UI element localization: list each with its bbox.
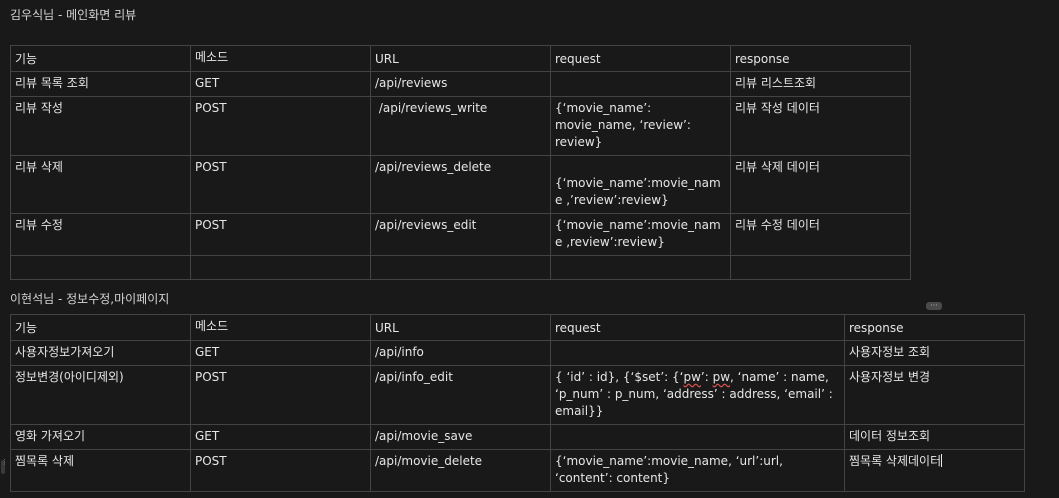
header-cell-method[interactable]: 메소드 <box>190 45 371 72</box>
cell-feature[interactable]: 영화 가져오기 <box>10 424 191 450</box>
page: 김우식님 - 메인화면 리뷰 기능 메소드 URL request respon… <box>0 0 1059 498</box>
cell-feature[interactable]: 찜목록 삭제 <box>10 449 191 492</box>
cell-method[interactable]: GET <box>190 424 371 450</box>
table-row: 리뷰 수정 POST /api/reviews_edit {‘movie_nam… <box>10 213 911 256</box>
cell-feature[interactable] <box>10 255 191 280</box>
table-row: 찜목록 삭제 POST /api/movie_delete {‘movie_na… <box>10 449 1025 492</box>
table-header-row: 기능 메소드 URL request response <box>10 314 1025 341</box>
cell-response[interactable]: 리뷰 작성 데이터 <box>730 96 911 156</box>
request-text: {‘movie_name’:movie_name ,’review’:revie… <box>555 176 721 207</box>
drag-handle-icon[interactable]: ⋮ <box>1 459 8 474</box>
cell-method[interactable]: POST <box>190 365 371 425</box>
table-row: 리뷰 목록 조회 GET /api/reviews 리뷰 리스트조회 <box>10 71 911 97</box>
cell-request[interactable]: {‘movie_name’:movie_name ,review’:review… <box>550 213 731 256</box>
section-title-info: 이현석님 - 정보수정,마이페이지 <box>10 292 170 306</box>
cell-method[interactable] <box>190 255 371 280</box>
cell-feature[interactable]: 리뷰 목록 조회 <box>10 71 191 97</box>
cell-url[interactable]: /api/reviews_write <box>370 96 551 156</box>
section-title-reviews: 김우식님 - 메인화면 리뷰 <box>10 8 137 22</box>
text-cursor <box>941 454 943 467</box>
table-row-empty <box>10 255 911 280</box>
table-row: 영화 가져오기 GET /api/movie_save 데이터 정보조회 <box>10 424 1025 450</box>
more-options-button[interactable]: ··· <box>926 302 942 310</box>
cell-method[interactable]: POST <box>190 449 371 492</box>
cell-feature[interactable]: 리뷰 삭제 <box>10 155 191 214</box>
cell-response[interactable]: 리뷰 삭제 데이터 <box>730 155 911 214</box>
reviews-api-table: 기능 메소드 URL request response 리뷰 목록 조회 GET… <box>10 45 911 280</box>
header-cell-method[interactable]: 메소드 <box>190 314 371 341</box>
cell-url[interactable]: /api/reviews_delete <box>370 155 551 214</box>
cell-feature[interactable]: 리뷰 수정 <box>10 213 191 256</box>
cell-request[interactable] <box>550 71 731 97</box>
cell-url[interactable]: /api/reviews_edit <box>370 213 551 256</box>
cell-request[interactable]: {‘movie_name’:movie_name, ‘url’:url, ‘co… <box>550 449 845 492</box>
header-cell-response[interactable]: response <box>730 45 911 72</box>
info-api-table: 기능 메소드 URL request response 사용자정보가져오기 GE… <box>10 314 1025 492</box>
header-cell-request[interactable]: request <box>550 45 731 72</box>
cell-request[interactable]: { ‘id’ : id}, {‘$set’: {‘pw’: pw, ‘name’… <box>550 365 845 425</box>
cell-method[interactable]: GET <box>190 340 371 366</box>
cell-request[interactable] <box>550 424 845 450</box>
table-header-row: 기능 메소드 URL request response <box>10 45 911 72</box>
cell-request[interactable]: {‘movie_name’: movie_name, ‘review’: rev… <box>550 96 731 156</box>
cell-url[interactable]: /api/info_edit <box>370 365 551 425</box>
table-row: 리뷰 삭제 POST /api/reviews_delete {‘movie_n… <box>10 155 911 214</box>
spellcheck-word: pw <box>712 370 731 384</box>
response-text: 찜목록 삭제데이터 <box>849 454 942 468</box>
cell-url[interactable]: /api/reviews <box>370 71 551 97</box>
cell-request[interactable]: {‘movie_name’:movie_name ,’review’:revie… <box>550 155 731 214</box>
request-text: ’: <box>700 370 713 384</box>
cell-method[interactable]: GET <box>190 71 371 97</box>
cell-method[interactable]: POST <box>190 155 371 214</box>
cell-method[interactable]: POST <box>190 213 371 256</box>
header-cell-url[interactable]: URL <box>370 314 551 341</box>
header-cell-response[interactable]: response <box>844 314 1025 341</box>
header-cell-feature[interactable]: 기능 <box>10 314 191 341</box>
cell-response[interactable]: 리뷰 수정 데이터 <box>730 213 911 256</box>
header-cell-url[interactable]: URL <box>370 45 551 72</box>
cell-feature[interactable]: 리뷰 작성 <box>10 96 191 156</box>
cell-response[interactable]: 데이터 정보조회 <box>844 424 1025 450</box>
table-row: 사용자정보가져오기 GET /api/info 사용자정보 조회 <box>10 340 1025 366</box>
cell-url[interactable] <box>370 255 551 280</box>
cell-url[interactable]: /api/movie_save <box>370 424 551 450</box>
spellcheck-word: pw <box>683 370 701 384</box>
cell-request[interactable] <box>550 340 845 366</box>
cell-method[interactable]: POST <box>190 96 371 156</box>
cell-response[interactable] <box>730 255 911 280</box>
cell-feature[interactable]: 정보변경(아이디제외) <box>10 365 191 425</box>
request-text: { ‘id’ : id}, {‘$set’: {‘ <box>555 370 684 384</box>
header-cell-feature[interactable]: 기능 <box>10 45 191 72</box>
cell-url[interactable]: /api/movie_delete <box>370 449 551 492</box>
table-row: 리뷰 작성 POST /api/reviews_write {‘movie_na… <box>10 96 911 156</box>
cell-feature[interactable]: 사용자정보가져오기 <box>10 340 191 366</box>
cell-response[interactable]: 사용자정보 변경 <box>844 365 1025 425</box>
cell-url[interactable]: /api/info <box>370 340 551 366</box>
cell-request[interactable] <box>550 255 731 280</box>
cell-response[interactable]: 리뷰 리스트조회 <box>730 71 911 97</box>
cell-response[interactable]: 찜목록 삭제데이터 <box>844 449 1025 492</box>
table-row: 정보변경(아이디제외) POST /api/info_edit { ‘id’ :… <box>10 365 1025 425</box>
header-cell-request[interactable]: request <box>550 314 845 341</box>
cell-response[interactable]: 사용자정보 조회 <box>844 340 1025 366</box>
